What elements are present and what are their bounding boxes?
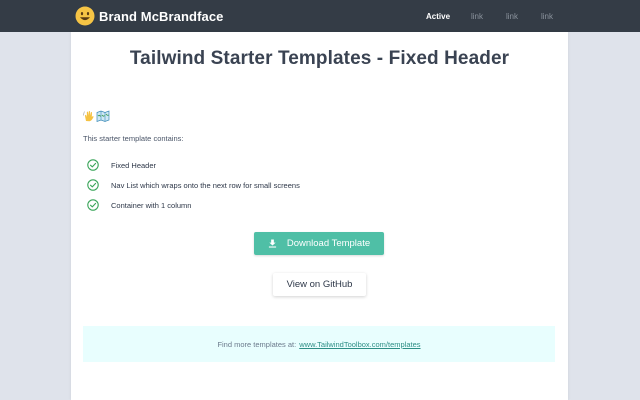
feature-label: Fixed Header xyxy=(111,160,157,170)
nav-link-3[interactable]: link xyxy=(541,12,553,21)
top-navbar: Brand McBrandface Active link link link xyxy=(0,0,640,32)
feature-label: Container with 1 column xyxy=(111,200,192,210)
templates-link[interactable]: www.TailwindToolbox.com/templates xyxy=(299,340,420,349)
brand-link[interactable]: Brand McBrandface xyxy=(75,6,224,26)
feature-item: Container with 1 column xyxy=(87,199,191,211)
check-circle-icon xyxy=(87,179,99,191)
waving-hand-icon xyxy=(83,111,94,122)
feature-label: Nav List which wraps onto the next row f… xyxy=(111,180,300,190)
nav-link-active[interactable]: Active xyxy=(426,12,450,21)
smiley-face-icon xyxy=(75,6,95,26)
download-button-label: Download Template xyxy=(286,238,371,249)
emoji-row xyxy=(83,110,110,122)
brand-name: Brand McBrandface xyxy=(99,8,224,24)
footer-text: Find more templates at: xyxy=(217,339,297,349)
intro-text: This starter template contains: xyxy=(83,134,184,143)
check-circle-icon xyxy=(87,199,99,211)
feature-item: Fixed Header xyxy=(87,159,156,171)
check-circle-icon xyxy=(87,159,99,171)
map-icon xyxy=(96,110,110,122)
footer-note: Find more templates at: www.TailwindTool… xyxy=(83,326,555,362)
download-template-button[interactable]: Download Template xyxy=(254,232,384,255)
page-title: Tailwind Starter Templates - Fixed Heade… xyxy=(129,48,510,69)
nav-link-1[interactable]: link xyxy=(471,12,483,21)
view-github-button[interactable]: View on GitHub xyxy=(273,273,366,296)
download-icon xyxy=(268,239,276,248)
content-card: Tailwind Starter Templates - Fixed Heade… xyxy=(71,32,568,400)
nav-link-2[interactable]: link xyxy=(506,12,518,21)
feature-item: Nav List which wraps onto the next row f… xyxy=(87,179,300,191)
